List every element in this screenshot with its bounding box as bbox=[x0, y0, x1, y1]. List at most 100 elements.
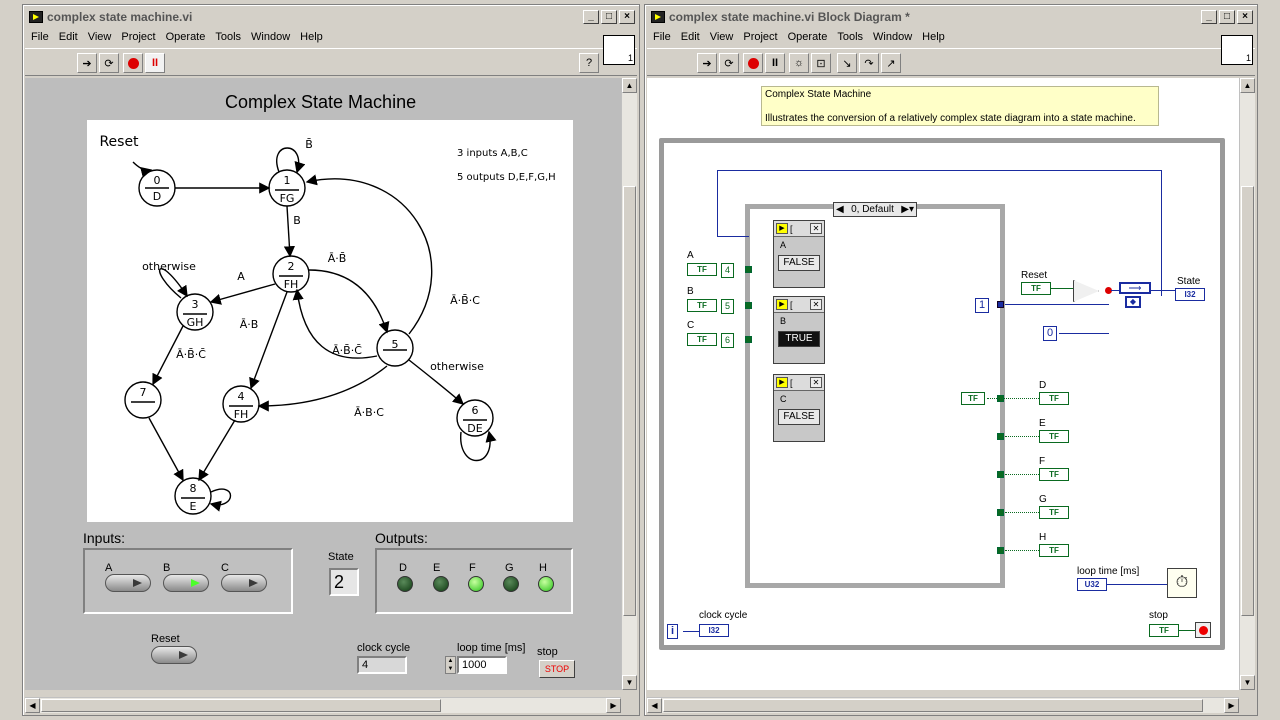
pause-button[interactable]: II bbox=[145, 53, 165, 73]
menu-help[interactable]: Help bbox=[922, 31, 945, 43]
probe-close-icon[interactable]: ✕ bbox=[810, 223, 822, 234]
hscroll-thumb[interactable] bbox=[663, 699, 1203, 712]
step-out-icon: ↗ bbox=[886, 57, 896, 70]
vi-icon bbox=[651, 10, 665, 23]
connector-pane-icon[interactable]: 1 bbox=[603, 35, 635, 65]
const-one[interactable]: 1 bbox=[975, 298, 990, 313]
run-button[interactable]: ➔ bbox=[697, 53, 717, 73]
close-button[interactable]: × bbox=[1237, 9, 1253, 24]
minimize-button[interactable]: _ bbox=[583, 9, 599, 24]
scroll-up-arrow[interactable]: ▲ bbox=[1240, 78, 1255, 93]
close-button[interactable]: × bbox=[619, 9, 635, 24]
menu-window[interactable]: Window bbox=[251, 31, 290, 43]
scroll-left-arrow[interactable]: ◀ bbox=[647, 698, 662, 713]
block-diagram-titlebar[interactable]: complex state machine.vi Block Diagram *… bbox=[647, 7, 1255, 26]
menu-help[interactable]: Help bbox=[300, 31, 323, 43]
output-d-terminal[interactable]: TF bbox=[1039, 392, 1069, 405]
hscroll-thumb[interactable] bbox=[41, 699, 441, 712]
menu-project[interactable]: Project bbox=[121, 31, 155, 43]
feedback-node[interactable]: ⟶ bbox=[1119, 282, 1151, 294]
case-selector[interactable]: ◀ 0, Default ▶▾ bbox=[833, 202, 917, 217]
input-c-index: 6 bbox=[721, 333, 735, 348]
scroll-right-arrow[interactable]: ▶ bbox=[1224, 698, 1239, 713]
menu-project[interactable]: Project bbox=[743, 31, 777, 43]
minimize-button[interactable]: _ bbox=[1201, 9, 1217, 24]
front-panel-canvas: Complex State Machine Reset 0 D 1 FG 2 F… bbox=[25, 78, 623, 690]
input-b-toggle[interactable] bbox=[163, 574, 209, 592]
vscroll-thumb[interactable] bbox=[623, 186, 636, 616]
block-diagram-vscroll[interactable]: ▲ ▼ bbox=[1239, 78, 1255, 690]
front-panel-vscroll[interactable]: ▲ ▼ bbox=[621, 78, 637, 690]
wire bbox=[1059, 333, 1109, 334]
maximize-button[interactable]: □ bbox=[1219, 9, 1235, 24]
front-panel-hscroll[interactable]: ◀ ▶ bbox=[25, 697, 621, 713]
loop-time-terminal[interactable]: U32 bbox=[1077, 578, 1107, 591]
menu-operate[interactable]: Operate bbox=[166, 31, 206, 43]
step-out-button[interactable]: ↗ bbox=[881, 53, 901, 73]
abort-button[interactable] bbox=[743, 53, 763, 73]
reset-terminal[interactable]: TF bbox=[1021, 282, 1051, 295]
scroll-left-arrow[interactable]: ◀ bbox=[25, 698, 40, 713]
loop-time-control[interactable]: 1000 bbox=[457, 656, 507, 674]
front-panel-titlebar[interactable]: complex state machine.vi _ □ × bbox=[25, 7, 637, 26]
probe-c[interactable]: ▶[✕ C FALSE bbox=[773, 374, 825, 442]
run-continuously-button[interactable]: ⟳ bbox=[99, 53, 119, 73]
maximize-button[interactable]: □ bbox=[601, 9, 617, 24]
input-b-terminal[interactable]: TF bbox=[687, 299, 717, 312]
run-continuously-button[interactable]: ⟳ bbox=[719, 53, 739, 73]
menu-tools[interactable]: Tools bbox=[837, 31, 863, 43]
menu-edit[interactable]: Edit bbox=[681, 31, 700, 43]
step-into-button[interactable]: ↘ bbox=[837, 53, 857, 73]
connector-pane-icon[interactable]: 1 bbox=[1221, 35, 1253, 65]
scroll-right-arrow[interactable]: ▶ bbox=[606, 698, 621, 713]
output-h-terminal[interactable]: TF bbox=[1039, 544, 1069, 557]
stop-button[interactable]: STOP bbox=[539, 660, 575, 678]
help-button[interactable]: ? bbox=[579, 53, 599, 73]
state-4-out: FH bbox=[234, 408, 249, 421]
scroll-down-arrow[interactable]: ▼ bbox=[1240, 675, 1255, 690]
retain-wire-values-button[interactable]: ⊡ bbox=[811, 53, 831, 73]
probe-close-icon[interactable]: ✕ bbox=[810, 299, 822, 310]
scroll-up-arrow[interactable]: ▲ bbox=[622, 78, 637, 93]
const-zero[interactable]: 0 bbox=[1043, 326, 1058, 341]
menu-window[interactable]: Window bbox=[873, 31, 912, 43]
output-e-terminal[interactable]: TF bbox=[1039, 430, 1069, 443]
probe-b[interactable]: ▶[✕ B TRUE bbox=[773, 296, 825, 364]
boolean-constant[interactable]: TF bbox=[961, 392, 985, 405]
stop-terminal[interactable]: TF bbox=[1149, 624, 1179, 637]
probe-b-value: TRUE bbox=[778, 331, 820, 347]
reset-toggle[interactable] bbox=[151, 646, 197, 664]
input-a-toggle[interactable] bbox=[105, 574, 151, 592]
input-c-toggle[interactable] bbox=[221, 574, 267, 592]
input-a-terminal[interactable]: TF bbox=[687, 263, 717, 276]
block-diagram-hscroll[interactable]: ◀ ▶ bbox=[647, 697, 1239, 713]
menu-view[interactable]: View bbox=[710, 31, 734, 43]
run-button[interactable]: ➔ bbox=[77, 53, 97, 73]
probe-close-icon[interactable]: ✕ bbox=[810, 377, 822, 388]
menu-file[interactable]: File bbox=[31, 31, 49, 43]
menu-operate[interactable]: Operate bbox=[788, 31, 828, 43]
input-c-terminal[interactable]: TF bbox=[687, 333, 717, 346]
menu-tools[interactable]: Tools bbox=[215, 31, 241, 43]
step-over-button[interactable]: ↷ bbox=[859, 53, 879, 73]
output-g-terminal[interactable]: TF bbox=[1039, 506, 1069, 519]
pause-button[interactable]: II bbox=[765, 53, 785, 73]
output-f-terminal[interactable]: TF bbox=[1039, 468, 1069, 481]
state-terminal[interactable]: I32 bbox=[1175, 288, 1205, 301]
loop-condition-terminal[interactable] bbox=[1195, 622, 1211, 638]
comment-box[interactable]: Complex State Machine Illustrates the co… bbox=[761, 86, 1159, 126]
menu-view[interactable]: View bbox=[88, 31, 112, 43]
vscroll-thumb[interactable] bbox=[1241, 186, 1254, 616]
clock-cycle-terminal[interactable]: I32 bbox=[699, 624, 729, 637]
iteration-terminal[interactable]: i bbox=[667, 624, 679, 639]
probe-a[interactable]: ▶[✕ A FALSE bbox=[773, 220, 825, 288]
wait-ms-function[interactable]: ⏱ bbox=[1167, 568, 1197, 598]
highlight-execution-button[interactable]: ☼ bbox=[789, 53, 809, 73]
loop-time-stepper[interactable]: ▲ ▼ bbox=[445, 656, 456, 674]
menu-file[interactable]: File bbox=[653, 31, 671, 43]
output-h-label: H bbox=[539, 562, 547, 574]
abort-button[interactable] bbox=[123, 53, 143, 73]
feedback-initializer[interactable]: ◆ bbox=[1125, 296, 1141, 308]
menu-edit[interactable]: Edit bbox=[59, 31, 78, 43]
scroll-down-arrow[interactable]: ▼ bbox=[622, 675, 637, 690]
